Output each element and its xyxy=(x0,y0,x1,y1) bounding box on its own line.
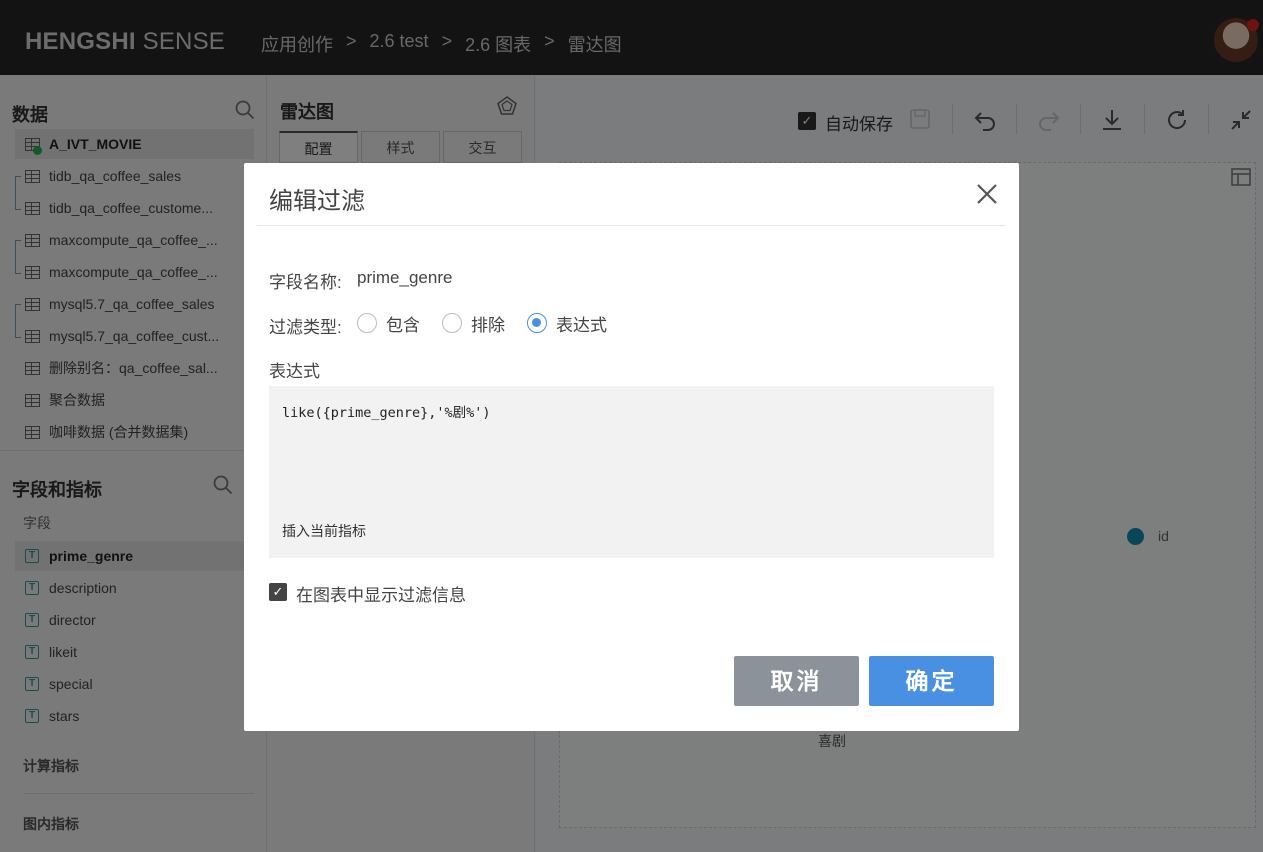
field-name-value: prime_genre xyxy=(357,268,453,287)
expression-label: 表达式 xyxy=(269,362,320,381)
insert-metric-link[interactable]: 插入当前指标 xyxy=(282,521,366,541)
field-name-label: 字段名称: xyxy=(269,273,342,292)
radio-exclude[interactable] xyxy=(442,313,462,333)
close-icon[interactable] xyxy=(972,179,1002,209)
radio-expression[interactable] xyxy=(527,313,547,333)
dialog-divider xyxy=(257,225,1006,226)
radio-expression-label[interactable]: 表达式 xyxy=(556,311,607,336)
filter-type-label: 过滤类型: xyxy=(269,318,342,337)
radio-include[interactable] xyxy=(357,313,377,333)
show-filter-label[interactable]: 在图表中显示过滤信息 xyxy=(296,581,466,606)
cancel-button[interactable]: 取消 xyxy=(734,656,859,706)
expression-code[interactable]: like({prime_genre},'%剧%') xyxy=(282,401,491,421)
expression-editor[interactable]: like({prime_genre},'%剧%') 插入当前指标 xyxy=(269,386,994,558)
dialog-title: 编辑过滤 xyxy=(269,188,365,215)
radio-include-label[interactable]: 包含 xyxy=(386,311,420,336)
confirm-button[interactable]: 确定 xyxy=(869,656,994,706)
edit-filter-dialog: 编辑过滤 字段名称: prime_genre 过滤类型: 包含 排除 表达式 表… xyxy=(244,163,1019,731)
radio-exclude-label[interactable]: 排除 xyxy=(471,311,505,336)
show-filter-checkbox[interactable]: ✓ xyxy=(269,583,287,601)
